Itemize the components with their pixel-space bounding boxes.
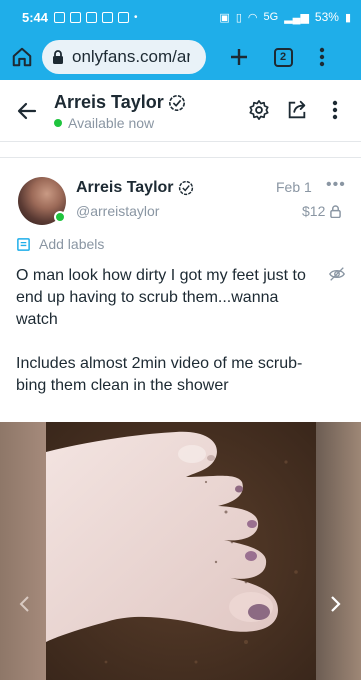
post-more-button[interactable]: ••• xyxy=(326,176,346,195)
post-paragraph: O man look how dirty I got my feet just … xyxy=(16,267,306,328)
profile-more-button[interactable] xyxy=(323,98,347,122)
profile-header: Arreis Taylor Available now xyxy=(0,80,361,142)
online-status: Available now xyxy=(54,115,154,131)
share-icon xyxy=(288,100,306,119)
more-icon: ••• xyxy=(326,176,346,193)
post-caption: O man look how dirty I got my feet just … xyxy=(16,265,316,419)
online-dot-icon xyxy=(54,119,62,127)
settings-button[interactable] xyxy=(247,98,271,122)
header-actions xyxy=(247,98,347,122)
prev-media-preview xyxy=(0,422,46,680)
chevron-right-icon xyxy=(331,596,341,612)
post-date[interactable]: Feb 1 xyxy=(276,179,312,195)
tab-switcher-button[interactable]: 2 xyxy=(268,42,298,72)
notification-icon xyxy=(118,11,130,23)
profile-name-text: Arreis Taylor xyxy=(54,92,164,112)
lock-icon xyxy=(330,204,342,218)
dot-icon: • xyxy=(134,11,138,23)
notification-icon xyxy=(102,11,114,23)
online-status-text: Available now xyxy=(68,115,155,131)
hide-post-button[interactable] xyxy=(328,265,346,283)
address-bar[interactable]: onlyfans.com/arr xyxy=(42,40,206,74)
verified-icon xyxy=(168,94,185,111)
network-type: 5G xyxy=(263,11,279,23)
kebab-icon xyxy=(332,100,338,120)
post-handle[interactable]: @arreistaylor xyxy=(76,203,159,219)
url-text: onlyfans.com/arr xyxy=(72,47,190,66)
status-time: 5:44 xyxy=(22,9,49,25)
signal-icon: ▂▄▆ xyxy=(284,11,309,24)
plus-icon xyxy=(231,49,247,65)
carousel-prev-button[interactable] xyxy=(12,592,36,616)
online-dot-icon xyxy=(54,211,66,223)
notification-icon xyxy=(86,11,98,23)
post-author-name: Arreis Taylor xyxy=(76,179,174,196)
divider xyxy=(0,142,361,158)
vibrate-icon: ▯ xyxy=(235,11,242,24)
home-button[interactable] xyxy=(6,41,38,73)
next-media-preview xyxy=(315,422,361,680)
home-icon xyxy=(12,47,32,67)
nfc-icon: ▣ xyxy=(219,11,230,24)
share-button[interactable] xyxy=(285,98,309,122)
chevron-left-icon xyxy=(19,596,29,612)
browser-toolbar: onlyfans.com/arr 2 xyxy=(0,34,361,80)
media-carousel[interactable] xyxy=(0,422,361,680)
profile-name[interactable]: Arreis Taylor xyxy=(54,92,186,113)
battery-icon: ▮ xyxy=(344,11,351,24)
add-labels-button[interactable]: Add labels xyxy=(16,236,104,252)
lock-icon xyxy=(53,50,63,64)
kebab-icon xyxy=(319,47,325,67)
battery-level: 53% xyxy=(314,10,339,24)
post-price: $12 xyxy=(302,203,342,219)
settings-icon xyxy=(249,100,269,120)
status-right: ▣ ▯ ◠ 5G ▂▄▆ 53% ▮ xyxy=(219,10,351,24)
back-button[interactable] xyxy=(12,96,42,126)
wifi-icon: ◠ xyxy=(247,11,258,24)
new-tab-button[interactable] xyxy=(224,42,254,72)
back-arrow-icon xyxy=(17,102,37,120)
notification-icon xyxy=(54,11,66,23)
add-labels-text: Add labels xyxy=(39,236,105,252)
status-bar: 5:44 • ▣ ▯ ◠ 5G ▂▄▆ 53% ▮ xyxy=(0,0,361,34)
post-paragraph: Includes almost 2min video of me scrub-b… xyxy=(16,355,303,394)
tag-icon xyxy=(17,237,30,251)
carousel-next-button[interactable] xyxy=(324,592,348,616)
post-author[interactable]: Arreis Taylor xyxy=(76,179,194,197)
verified-icon xyxy=(178,180,193,196)
post-photo[interactable] xyxy=(46,422,316,680)
eye-off-icon xyxy=(329,267,345,281)
tabs-icon: 2 xyxy=(273,47,293,67)
notification-icons: • xyxy=(54,11,138,23)
browser-menu-button[interactable] xyxy=(310,42,334,72)
notification-icon xyxy=(70,11,82,23)
price-text: $12 xyxy=(302,203,326,219)
